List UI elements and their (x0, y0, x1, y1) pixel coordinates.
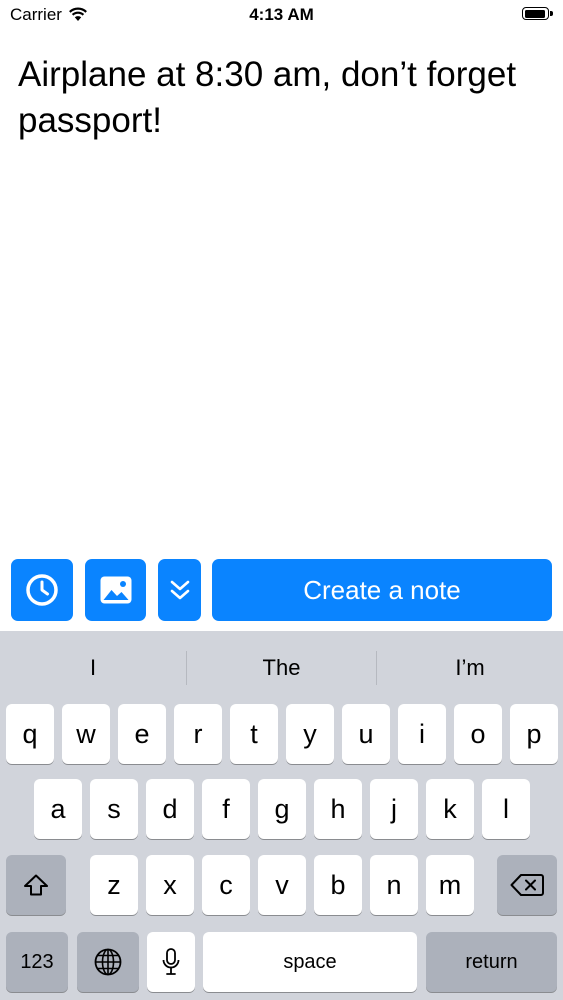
key-t[interactable]: t (230, 704, 278, 764)
globe-icon (94, 948, 122, 976)
double-chevron-down-icon (170, 580, 189, 600)
key-k[interactable]: k (426, 779, 474, 839)
key-e[interactable]: e (118, 704, 166, 764)
globe-key[interactable] (77, 932, 139, 992)
clock-icon (26, 574, 58, 606)
key-d[interactable]: d (146, 779, 194, 839)
return-key[interactable]: return (426, 932, 557, 992)
space-key[interactable]: space (203, 932, 417, 992)
key-u[interactable]: u (342, 704, 390, 764)
key-h[interactable]: h (314, 779, 362, 839)
suggestion-1[interactable]: I (0, 631, 186, 701)
suggestion-bar: I The I’m (0, 631, 563, 701)
key-i[interactable]: i (398, 704, 446, 764)
key-v[interactable]: v (258, 855, 306, 915)
key-b[interactable]: b (314, 855, 362, 915)
key-w[interactable]: w (62, 704, 110, 764)
reminder-button[interactable] (11, 559, 73, 621)
key-n[interactable]: n (370, 855, 418, 915)
status-bar: Carrier 4:13 AM (0, 0, 563, 30)
battery-icon (522, 7, 555, 22)
key-j[interactable]: j (370, 779, 418, 839)
delete-icon (510, 874, 544, 896)
create-note-button[interactable]: Create a note (212, 559, 552, 621)
suggestion-2[interactable]: The (187, 631, 376, 701)
shift-icon (24, 874, 48, 896)
keyboard: I The I’m q w e r t y u i o p a s d f g … (0, 631, 563, 1000)
key-l[interactable]: l (482, 779, 530, 839)
microphone-key[interactable] (147, 932, 195, 992)
key-s[interactable]: s (90, 779, 138, 839)
expand-options-button[interactable] (158, 559, 201, 621)
key-z[interactable]: z (90, 855, 138, 915)
key-f[interactable]: f (202, 779, 250, 839)
image-icon (100, 576, 131, 604)
key-y[interactable]: y (286, 704, 334, 764)
key-a[interactable]: a (34, 779, 82, 839)
key-x[interactable]: x (146, 855, 194, 915)
shift-key[interactable] (6, 855, 66, 915)
key-q[interactable]: q (6, 704, 54, 764)
numbers-key[interactable]: 123 (6, 932, 68, 992)
key-g[interactable]: g (258, 779, 306, 839)
key-o[interactable]: o (454, 704, 502, 764)
status-time: 4:13 AM (249, 5, 314, 24)
add-image-button[interactable] (85, 559, 146, 621)
note-text-area[interactable]: Airplane at 8:30 am, don’t forget passpo… (18, 52, 548, 144)
key-r[interactable]: r (174, 704, 222, 764)
key-m[interactable]: m (426, 855, 474, 915)
microphone-icon (162, 948, 180, 975)
delete-key[interactable] (497, 855, 557, 915)
key-c[interactable]: c (202, 855, 250, 915)
key-p[interactable]: p (510, 704, 558, 764)
suggestion-3[interactable]: I’m (377, 631, 563, 701)
